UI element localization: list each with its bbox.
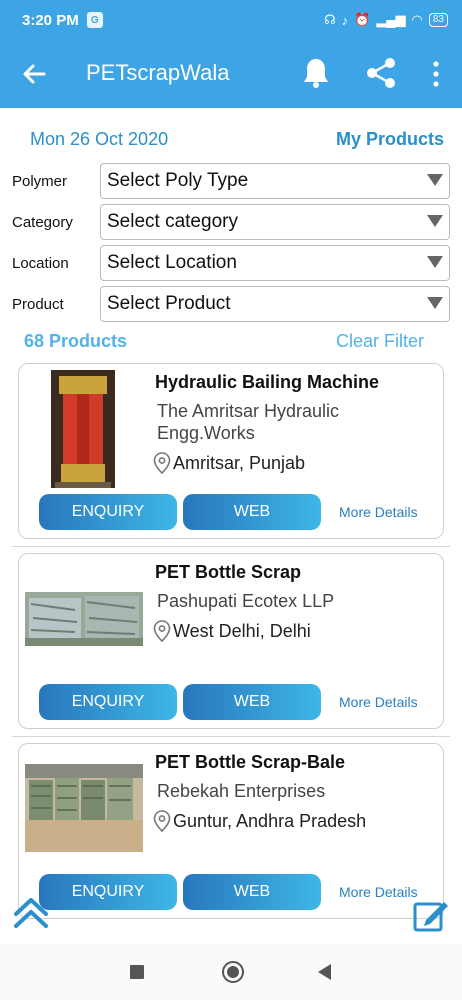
headset-icon: ☊ <box>324 12 336 27</box>
edit-icon[interactable] <box>412 896 450 934</box>
web-button[interactable]: WEB <box>183 684 321 720</box>
company-name: Rebekah Enterprises <box>157 781 326 801</box>
battery-icon: 83 <box>428 13 448 27</box>
location-text: Amritsar, Punjab <box>173 452 306 473</box>
divider <box>12 546 450 547</box>
company-name: The Amritsar Hydraulic Engg.Works <box>157 401 340 443</box>
filter-label: Product <box>12 295 64 313</box>
more-details-link[interactable]: More Details <box>339 694 418 710</box>
filter-label: Polymer <box>12 172 68 190</box>
filter-location: Location Select Location <box>12 245 450 281</box>
alarm-icon: ⏰ <box>354 12 371 27</box>
product-name: PET Bottle Scrap <box>155 562 302 582</box>
mute-icon: ♪ <box>341 12 349 28</box>
product-card[interactable]: PET Bottle Scrap-Bale Rebekah Enterprise… <box>18 743 444 919</box>
product-image <box>51 370 115 488</box>
select-value: Select Poly Type <box>107 170 249 191</box>
my-products-link[interactable]: My Products <box>336 129 444 150</box>
results-bar: 68 Products Clear Filter <box>24 328 424 354</box>
home-icon[interactable] <box>222 961 244 983</box>
location-select[interactable]: Select Location <box>100 245 450 281</box>
enquiry-button[interactable]: ENQUIRY <box>39 684 177 720</box>
status-time: 3:20 PM <box>22 11 79 29</box>
more-details-link[interactable]: More Details <box>339 504 418 520</box>
dropdown-caret-icon <box>427 256 443 268</box>
app-title: PETscrapWala <box>86 60 230 85</box>
status-bar: 3:20 PM G ☊ ♪ ⏰ ▂▄▆ ◠ 83 <box>0 0 462 40</box>
dropdown-caret-icon <box>427 215 443 227</box>
product-count: 68 Products <box>24 330 128 351</box>
category-select[interactable]: Select category <box>100 204 450 240</box>
select-value: Select Location <box>107 252 237 273</box>
web-button[interactable]: WEB <box>183 494 321 530</box>
select-value: Select Product <box>107 293 231 314</box>
enquiry-button[interactable]: ENQUIRY <box>39 494 177 530</box>
wifi-icon: ◠ <box>411 12 423 27</box>
system-nav-bar <box>0 944 462 1000</box>
back-arrow-icon[interactable] <box>18 58 50 90</box>
location-text: West Delhi, Delhi <box>173 620 311 641</box>
status-icons: ☊ ♪ ⏰ ▂▄▆ ◠ 83 <box>324 12 448 28</box>
share-icon[interactable] <box>364 56 398 90</box>
dropdown-caret-icon <box>427 174 443 186</box>
select-value: Select category <box>107 211 238 232</box>
product-image <box>25 764 143 852</box>
product-card[interactable]: PET Bottle Scrap Pashupati Ecotex LLP We… <box>18 553 444 729</box>
location-pin-icon <box>153 810 171 832</box>
app-bar: PETscrapWala <box>0 40 462 108</box>
nav-back-icon[interactable] <box>318 964 331 980</box>
enquiry-button[interactable]: ENQUIRY <box>39 874 177 910</box>
filter-product: Product Select Product <box>12 286 450 322</box>
signal-icon: ▂▄▆ <box>376 12 406 27</box>
company-name: Pashupati Ecotex LLP <box>157 591 335 611</box>
more-details-link[interactable]: More Details <box>339 884 418 900</box>
product-location: West Delhi, Delhi <box>153 620 311 642</box>
polymer-select[interactable]: Select Poly Type <box>100 163 450 199</box>
dropdown-caret-icon <box>427 297 443 309</box>
bell-icon[interactable] <box>300 56 332 90</box>
more-vert-icon[interactable] <box>424 58 448 90</box>
current-date: Mon 26 Oct 2020 <box>30 128 169 149</box>
location-pin-icon <box>153 620 171 642</box>
google-icon: G <box>86 12 103 28</box>
product-image <box>25 592 143 646</box>
clear-filter-button[interactable]: Clear Filter <box>336 331 424 352</box>
recents-icon[interactable] <box>130 965 144 979</box>
filter-category: Category Select category <box>12 204 450 240</box>
divider <box>12 736 450 737</box>
product-location: Guntur, Andhra Pradesh <box>153 810 366 832</box>
location-pin-icon <box>153 452 171 474</box>
product-select[interactable]: Select Product <box>100 286 450 322</box>
product-name: PET Bottle Scrap-Bale <box>155 752 346 772</box>
web-button[interactable]: WEB <box>183 874 321 910</box>
date-bar: Mon 26 Oct 2020 My Products <box>12 120 450 158</box>
product-card[interactable]: Hydraulic Bailing Machine The Amritsar H… <box>18 363 444 539</box>
filter-label: Location <box>12 254 69 272</box>
location-text: Guntur, Andhra Pradesh <box>173 810 367 831</box>
product-name: Hydraulic Bailing Machine <box>155 372 380 392</box>
product-location: Amritsar, Punjab <box>153 452 305 474</box>
filter-label: Category <box>12 213 73 231</box>
filter-polymer: Polymer Select Poly Type <box>12 163 450 199</box>
scroll-up-icon[interactable] <box>12 894 50 932</box>
